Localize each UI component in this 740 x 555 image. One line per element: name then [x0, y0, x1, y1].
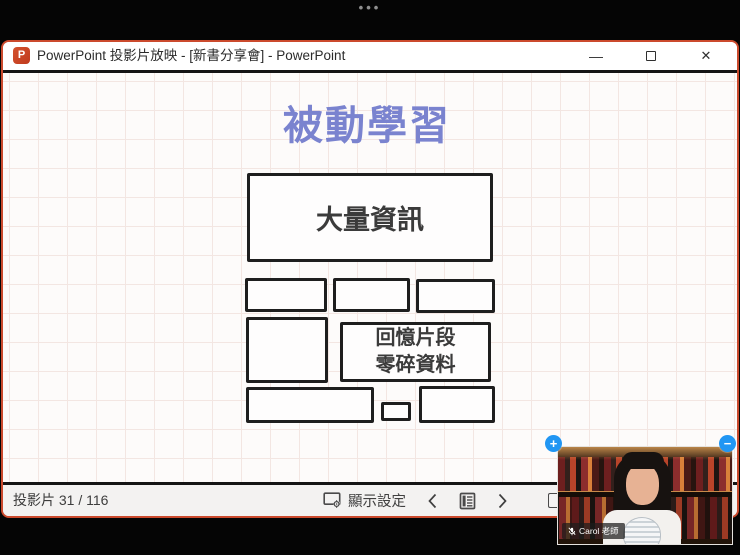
slide-canvas[interactable]: 被動學習 大量資訊 回憶片段 零碎資料: [3, 73, 737, 482]
slide-title: 被動學習: [283, 104, 451, 148]
close-icon: ✕: [700, 48, 712, 63]
chevron-right-icon: [498, 493, 507, 508]
screen: ••• P PowerPoint 投影片放映 - [新書分享會] - Power…: [0, 0, 740, 555]
powerpoint-logo-icon: P: [13, 47, 30, 64]
chevron-left-icon: [428, 493, 437, 508]
presenter-name: Carol 老師: [579, 526, 619, 536]
minimize-icon: —: [589, 48, 603, 64]
maximize-icon: [646, 51, 656, 61]
close-button[interactable]: ✕: [691, 43, 721, 69]
webcam-overlay[interactable]: Carol 老師: [557, 446, 733, 545]
diagram-box-memory: 回憶片段 零碎資料: [340, 322, 491, 382]
diagram-box-empty-4: [246, 317, 328, 383]
pen-tools-icon-partial[interactable]: [548, 493, 557, 508]
presenter-face: [626, 464, 659, 505]
webcam-enlarge-button[interactable]: +: [545, 435, 562, 452]
window-controls: — ✕: [581, 42, 721, 70]
notes-list-icon: [459, 492, 476, 509]
next-slide-button[interactable]: [497, 485, 508, 516]
display-settings-label: 顯示設定: [348, 494, 406, 510]
previous-slide-button[interactable]: [427, 485, 438, 516]
diagram-box-empty-5: [246, 387, 374, 423]
minimize-button[interactable]: —: [581, 43, 611, 69]
diagram-box-empty-3: [416, 279, 495, 313]
presenter-bangs: [622, 452, 664, 469]
slide-counter: 投影片 31 / 116: [13, 492, 109, 508]
maximize-button[interactable]: [636, 43, 666, 69]
overflow-dots-icon[interactable]: •••: [0, 0, 740, 15]
diagram-box-empty-6: [381, 402, 411, 421]
mic-muted-icon: [568, 526, 576, 535]
diagram-box-empty-7: [419, 386, 495, 423]
display-settings-icon: [323, 492, 341, 508]
diagram-box-empty-2: [333, 278, 410, 312]
display-settings-button[interactable]: 顯示設定: [323, 485, 406, 516]
diagram-box-memory-line2: 零碎資料: [375, 354, 456, 376]
diagram-box-information: 大量資訊: [247, 173, 493, 262]
diagram-box-empty-1: [245, 278, 327, 312]
webcam-shrink-button[interactable]: −: [719, 435, 736, 452]
title-bar: P PowerPoint 投影片放映 - [新書分享會] - PowerPoin…: [3, 42, 737, 70]
presenter-name-badge: Carol 老師: [562, 523, 625, 539]
diagram-box-information-label: 大量資訊: [316, 205, 424, 235]
diagram-box-memory-line1: 回憶片段: [375, 327, 456, 349]
microphone: [623, 517, 661, 544]
screen-share-top-bar: •••: [0, 0, 740, 40]
window-title: PowerPoint 投影片放映 - [新書分享會] - PowerPoint: [37, 48, 346, 63]
slide-menu-button[interactable]: [459, 485, 476, 516]
